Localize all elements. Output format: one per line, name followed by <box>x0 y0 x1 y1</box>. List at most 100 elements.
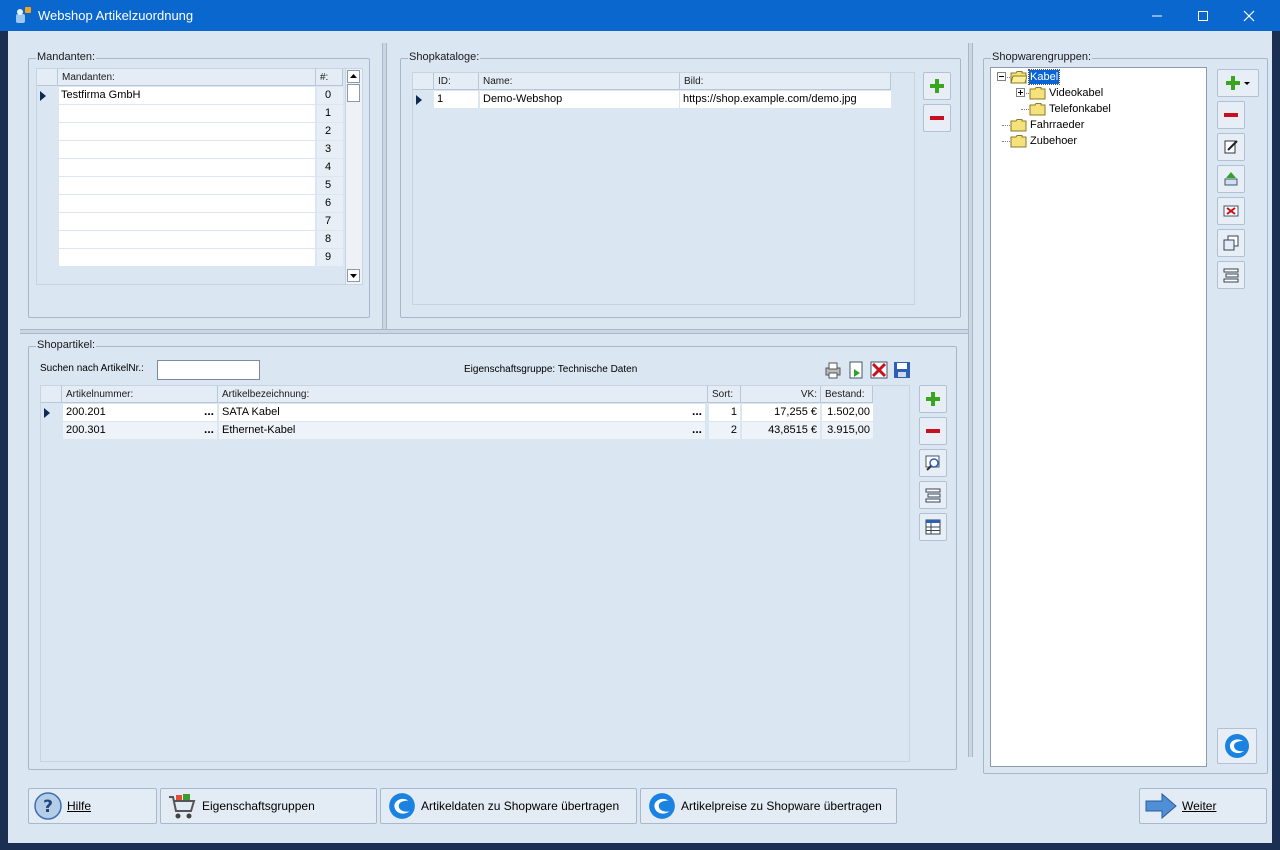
collapse-icon[interactable] <box>997 72 1006 81</box>
artikel-col-bestand-header[interactable]: Bestand: <box>821 386 873 403</box>
kataloge-cell-bild[interactable]: https://shop.example.com/demo.jpg <box>680 91 891 108</box>
tree-node[interactable]: Videokabel <box>991 85 1201 101</box>
table-row[interactable]: 4 <box>37 159 343 176</box>
weiter-button[interactable]: Weiter <box>1139 788 1267 824</box>
mandanten-col-name-header[interactable]: Mandanten: <box>58 69 316 86</box>
mandanten-cell-name[interactable] <box>59 159 315 176</box>
table-row[interactable]: 8 <box>37 231 343 248</box>
vertical-splitter-right[interactable] <box>968 43 973 757</box>
tree-node-label[interactable]: Kabel <box>1027 69 1061 85</box>
close-button[interactable] <box>1226 0 1272 31</box>
edit-warengruppe-button[interactable] <box>1217 133 1245 161</box>
table-row[interactable]: 3 <box>37 141 343 158</box>
copy-warengruppe-button[interactable] <box>1217 229 1245 257</box>
hilfe-button[interactable]: ? Hilfe <box>28 788 157 824</box>
table-row[interactable]: 2 <box>37 123 343 140</box>
tree-node-label[interactable]: Fahrraeder <box>1029 118 1085 132</box>
table-row[interactable]: 200.301 Ethernet-Kabel 2 43,8515 €3.915,00.… <box>41 422 873 439</box>
mandanten-cell-num[interactable]: 4 <box>317 159 343 176</box>
kataloge-col-bild-header[interactable]: Bild: <box>680 73 891 90</box>
kataloge-cell-name[interactable]: Demo-Webshop <box>480 91 679 108</box>
table-row[interactable]: 5 <box>37 177 343 194</box>
table-row[interactable]: 200.201 SATA Kabel 1 17,255 €1.502,00...... <box>41 404 873 421</box>
remove-artikel-button[interactable] <box>919 417 947 445</box>
kataloge-col-id-header[interactable]: ID: <box>434 73 479 90</box>
mandanten-cell-name[interactable] <box>59 141 315 158</box>
mandanten-cell-num[interactable]: 1 <box>317 105 343 122</box>
scroll-thumb[interactable] <box>347 84 360 102</box>
tree-node-label[interactable]: Telefonkabel <box>1048 102 1112 116</box>
artikelpreise-uebertragen-button[interactable]: Artikelpreise zu Shopware übertragen <box>640 788 897 824</box>
mandanten-cell-num[interactable]: 5 <box>317 177 343 194</box>
artikel-cell-bez[interactable]: SATA Kabel <box>219 404 689 421</box>
artnr-lookup-button[interactable]: ... <box>201 404 217 421</box>
mandanten-cell-num[interactable]: 6 <box>317 195 343 212</box>
mandanten-cell-name[interactable] <box>59 177 315 194</box>
artikel-col-sort-header[interactable]: Sort: <box>708 386 741 403</box>
horizontal-splitter[interactable] <box>20 329 968 334</box>
artikel-cell-sort[interactable]: 2 <box>709 422 740 439</box>
table-row[interactable]: Testfirma GmbH 0 <box>37 87 343 104</box>
table-row[interactable]: 1 <box>37 105 343 122</box>
kataloge-cell-id[interactable]: 1 <box>434 91 478 108</box>
scroll-down-button[interactable] <box>347 269 360 282</box>
remove-katalog-button[interactable] <box>923 104 951 132</box>
list-artikel-button[interactable] <box>919 481 947 509</box>
bez-lookup-button[interactable]: ... <box>689 422 705 439</box>
artikel-col-artnr-header[interactable]: Artikelnummer: <box>62 386 218 403</box>
mandanten-cell-name[interactable] <box>59 123 315 140</box>
mandanten-col-num-header[interactable]: #: <box>316 69 343 86</box>
shopartikel-grid[interactable]: Artikelnummer: Artikelbezeichnung: Sort:… <box>40 385 910 762</box>
move-up-warengruppe-button[interactable] <box>1217 165 1245 193</box>
remove-warengruppe-button[interactable] <box>1217 101 1245 129</box>
mandanten-cell-num[interactable]: 3 <box>317 141 343 158</box>
search-artikelnr-input[interactable] <box>157 360 260 380</box>
mandanten-cell-name[interactable] <box>59 213 315 230</box>
bez-lookup-button[interactable]: ... <box>689 404 705 421</box>
table-row[interactable]: 7 <box>37 213 343 230</box>
tree-node[interactable]: Zubehoer <box>991 133 1201 149</box>
add-artikel-button[interactable] <box>919 385 947 413</box>
artikel-col-bez-header[interactable]: Artikelbezeichnung: <box>218 386 708 403</box>
kataloge-col-name-header[interactable]: Name: <box>479 73 680 90</box>
artikel-cell-artnr[interactable]: 200.201 <box>63 404 201 421</box>
mandanten-cell-num[interactable]: 8 <box>317 231 343 248</box>
mandanten-cell-name[interactable] <box>59 105 315 122</box>
mandanten-cell-name[interactable]: Testfirma GmbH <box>59 87 315 104</box>
export-button[interactable] <box>846 360 866 380</box>
scroll-up-button[interactable] <box>347 70 360 83</box>
artikel-cell-bestand[interactable]: 3.915,00 <box>822 422 873 439</box>
shopkataloge-grid[interactable]: ID: Name: Bild: 1 Demo-Webshop https://s… <box>412 72 915 305</box>
add-katalog-button[interactable] <box>923 72 951 100</box>
artikel-cell-artnr[interactable]: 200.301 <box>63 422 201 439</box>
shopware-sync-button[interactable] <box>1217 728 1257 764</box>
artikeldaten-uebertragen-button[interactable]: Artikeldaten zu Shopware übertragen <box>380 788 637 824</box>
artikel-cell-vk[interactable]: 17,255 € <box>742 404 820 421</box>
mandanten-cell-num[interactable]: 9 <box>317 249 343 266</box>
list-warengruppe-button[interactable] <box>1217 261 1245 289</box>
print-button[interactable] <box>823 360 843 380</box>
mandanten-cell-num[interactable]: 2 <box>317 123 343 140</box>
table-row[interactable]: 9 <box>37 249 343 266</box>
search-artikel-button[interactable] <box>919 449 947 477</box>
tree-node-label[interactable]: Videokabel <box>1048 86 1104 100</box>
table-row[interactable]: 1 Demo-Webshop https://shop.example.com/… <box>413 91 891 108</box>
minimize-button[interactable] <box>1134 0 1180 31</box>
artikel-cell-bez[interactable]: Ethernet-Kabel <box>219 422 689 439</box>
mandanten-cell-name[interactable] <box>59 249 315 266</box>
delete-filter-button[interactable] <box>869 360 889 380</box>
artnr-lookup-button[interactable]: ... <box>201 422 217 439</box>
eigenschaftsgruppen-button[interactable]: Eigenschaftsgruppen <box>160 788 377 824</box>
artikel-cell-bestand[interactable]: 1.502,00 <box>822 404 873 421</box>
add-warengruppe-dropdown-button[interactable] <box>1217 69 1259 97</box>
mandanten-cell-num[interactable]: 7 <box>317 213 343 230</box>
artikel-col-vk-header[interactable]: VK: <box>741 386 821 403</box>
vertical-splitter-top[interactable] <box>382 43 387 329</box>
table-row[interactable]: 6 <box>37 195 343 212</box>
maximize-button[interactable] <box>1180 0 1226 31</box>
save-button[interactable] <box>892 360 912 380</box>
mandanten-cell-num[interactable]: 0 <box>317 87 343 104</box>
properties-artikel-button[interactable] <box>919 513 947 541</box>
tree-node[interactable]: Telefonkabel <box>991 101 1201 117</box>
tree-node[interactable]: Fahrraeder <box>991 117 1201 133</box>
